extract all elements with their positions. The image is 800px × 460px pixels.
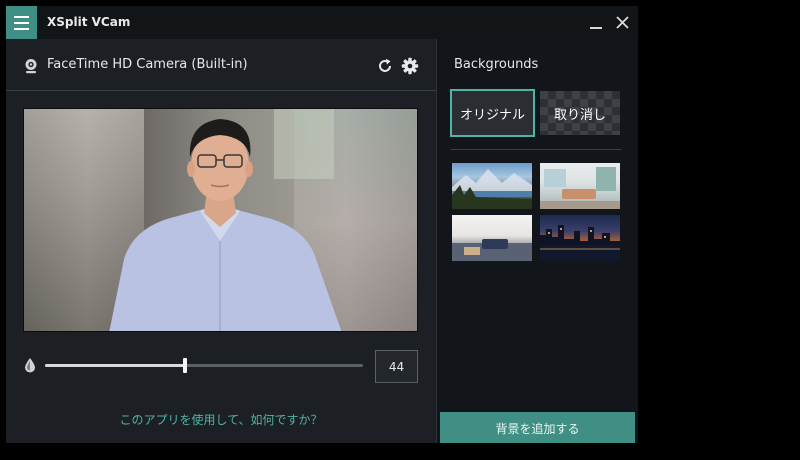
gear-icon[interactable] bbox=[401, 57, 419, 75]
camera-panel: FaceTime HD Camera (Built-in) 44 このアプリを使… bbox=[6, 39, 436, 443]
blur-value-field[interactable]: 44 bbox=[375, 350, 418, 383]
background-thumbnail-city-night[interactable] bbox=[540, 215, 620, 261]
background-thumbnail-bedroom[interactable] bbox=[452, 215, 532, 261]
app-window: XSplit VCam FaceTime HD Camera (Built-in… bbox=[6, 6, 638, 443]
minimize-button[interactable] bbox=[589, 16, 603, 30]
hamburger-icon bbox=[14, 15, 29, 18]
blur-slider[interactable] bbox=[45, 358, 363, 373]
camera-header: FaceTime HD Camera (Built-in) bbox=[6, 39, 436, 91]
close-icon bbox=[616, 16, 629, 29]
backgrounds-panel: Backgrounds オリジナル 取り消し 背景を追加する bbox=[436, 39, 638, 443]
camera-name[interactable]: FaceTime HD Camera (Built-in) bbox=[47, 57, 248, 72]
minimize-icon bbox=[590, 27, 602, 29]
background-thumbnail-living-room[interactable] bbox=[540, 163, 620, 209]
person-image bbox=[109, 119, 342, 331]
add-background-button[interactable]: 背景を追加する bbox=[440, 412, 635, 443]
close-button[interactable] bbox=[615, 15, 630, 30]
feedback-link[interactable]: このアプリを使用して、如何ですか？ bbox=[6, 411, 436, 428]
remove-background-button[interactable]: 取り消し bbox=[540, 91, 620, 135]
refresh-icon[interactable] bbox=[376, 57, 394, 75]
divider bbox=[451, 149, 621, 150]
backgrounds-title: Backgrounds bbox=[454, 57, 539, 72]
slider-fill bbox=[45, 364, 185, 367]
webcam-icon bbox=[25, 59, 37, 74]
app-title: XSplit VCam bbox=[47, 15, 131, 29]
slider-thumb[interactable] bbox=[182, 358, 187, 373]
original-background-button[interactable]: オリジナル bbox=[450, 89, 535, 137]
menu-button[interactable] bbox=[6, 6, 37, 39]
title-bar: XSplit VCam bbox=[6, 6, 638, 39]
camera-preview bbox=[23, 108, 418, 332]
droplet-icon bbox=[25, 358, 35, 373]
background-thumbnail-mountain-lake[interactable] bbox=[452, 163, 532, 209]
